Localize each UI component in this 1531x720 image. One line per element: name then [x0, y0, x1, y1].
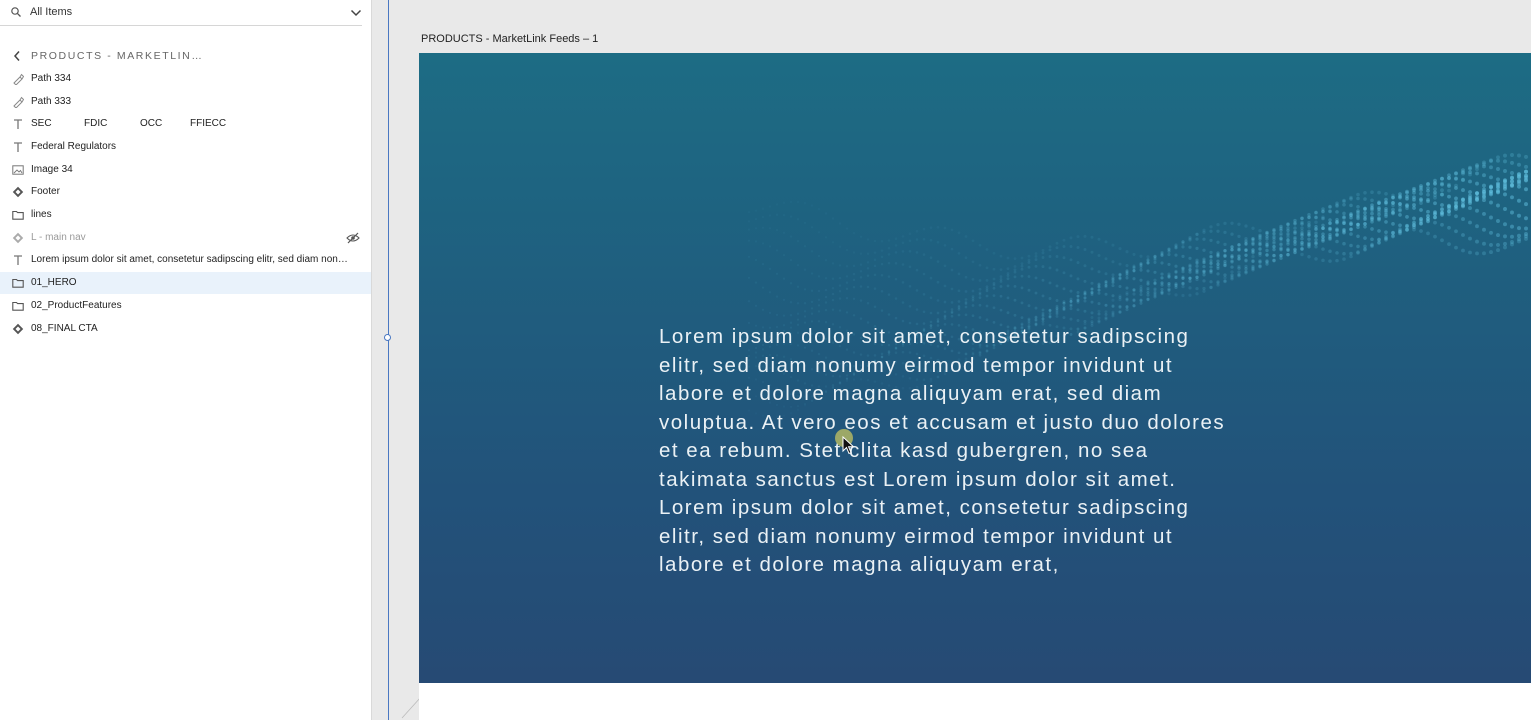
text-icon [14, 255, 22, 265]
layer-regulator-text[interactable]: SEC FDIC OCC FFIECC [0, 113, 371, 135]
search-bar [0, 0, 362, 26]
panel-header: PRODUCTS - MARKETLIN… [10, 47, 340, 65]
hero-section[interactable]: Lorem ipsum dolor sit amet, consetetur s… [419, 53, 1531, 683]
layer-path-334[interactable]: Path 334 [0, 68, 371, 90]
layer-name-part: OCC [140, 118, 163, 129]
layer-lines[interactable]: lines [0, 204, 371, 226]
component-diamond-icon [12, 323, 24, 335]
layer-name: L - main nav [31, 232, 86, 243]
layer-name: Image 34 [31, 164, 73, 175]
layer-name: Lorem ipsum dolor sit amet, consetetur s… [31, 254, 349, 265]
hero-paragraph[interactable]: Lorem ipsum dolor sit amet, consetetur s… [659, 323, 1239, 580]
mouse-cursor-icon [842, 436, 855, 455]
layer-08-final-cta[interactable]: 08_FINAL CTA [0, 318, 371, 340]
layer-name-part: FDIC [84, 118, 108, 129]
layer-name: Federal Regulators [31, 141, 117, 152]
chevron-left-icon[interactable] [12, 50, 22, 62]
folder-icon [12, 301, 24, 311]
guide-line[interactable] [388, 0, 389, 720]
eye-hidden-icon[interactable] [346, 232, 360, 244]
component-diamond-icon [12, 186, 24, 198]
layer-01-hero[interactable]: 01_HERO [0, 272, 371, 294]
text-icon [14, 142, 22, 152]
pen-path-icon [13, 96, 24, 108]
layer-main-nav[interactable]: L - main nav [0, 227, 371, 249]
layer-path-333[interactable]: Path 333 [0, 91, 371, 113]
layer-name-part: FFIECC [190, 118, 227, 129]
layer-name: 01_HERO [31, 277, 77, 288]
chevron-down-icon[interactable] [350, 7, 362, 19]
text-icon [14, 119, 22, 129]
layer-name: Path 333 [31, 96, 72, 107]
layer-lorem-text[interactable]: Lorem ipsum dolor sit amet, consetetur s… [0, 249, 371, 271]
layer-footer[interactable]: Footer [0, 181, 371, 203]
panel-title: PRODUCTS - MARKETLIN… [31, 50, 204, 62]
component-diamond-icon [12, 232, 24, 244]
search-input[interactable] [30, 3, 330, 21]
layer-name: 02_ProductFeatures [31, 300, 122, 311]
layer-02-product-features[interactable]: 02_ProductFeatures [0, 295, 371, 317]
layer-name: Footer [31, 186, 60, 197]
layer-name: lines [31, 209, 52, 220]
layer-name: SEC [31, 118, 52, 129]
folder-icon [12, 210, 24, 220]
guide-handle[interactable] [384, 334, 391, 341]
artboard[interactable]: Lorem ipsum dolor sit amet, consetetur s… [419, 53, 1531, 720]
image-icon [12, 165, 24, 175]
layer-image-34[interactable]: Image 34 [0, 159, 371, 181]
layer-name: 08_FINAL CTA [31, 323, 98, 334]
folder-icon [12, 278, 24, 288]
artboard-label[interactable]: PRODUCTS - MarketLink Feeds – 1 [421, 33, 598, 45]
layers-panel: PRODUCTS - MARKETLIN… Path 334 Path 333 … [0, 0, 372, 720]
layer-name: Path 334 [31, 73, 72, 84]
pen-path-icon [13, 73, 24, 85]
layer-federal-regulators[interactable]: Federal Regulators [0, 136, 371, 158]
search-icon [11, 7, 21, 17]
